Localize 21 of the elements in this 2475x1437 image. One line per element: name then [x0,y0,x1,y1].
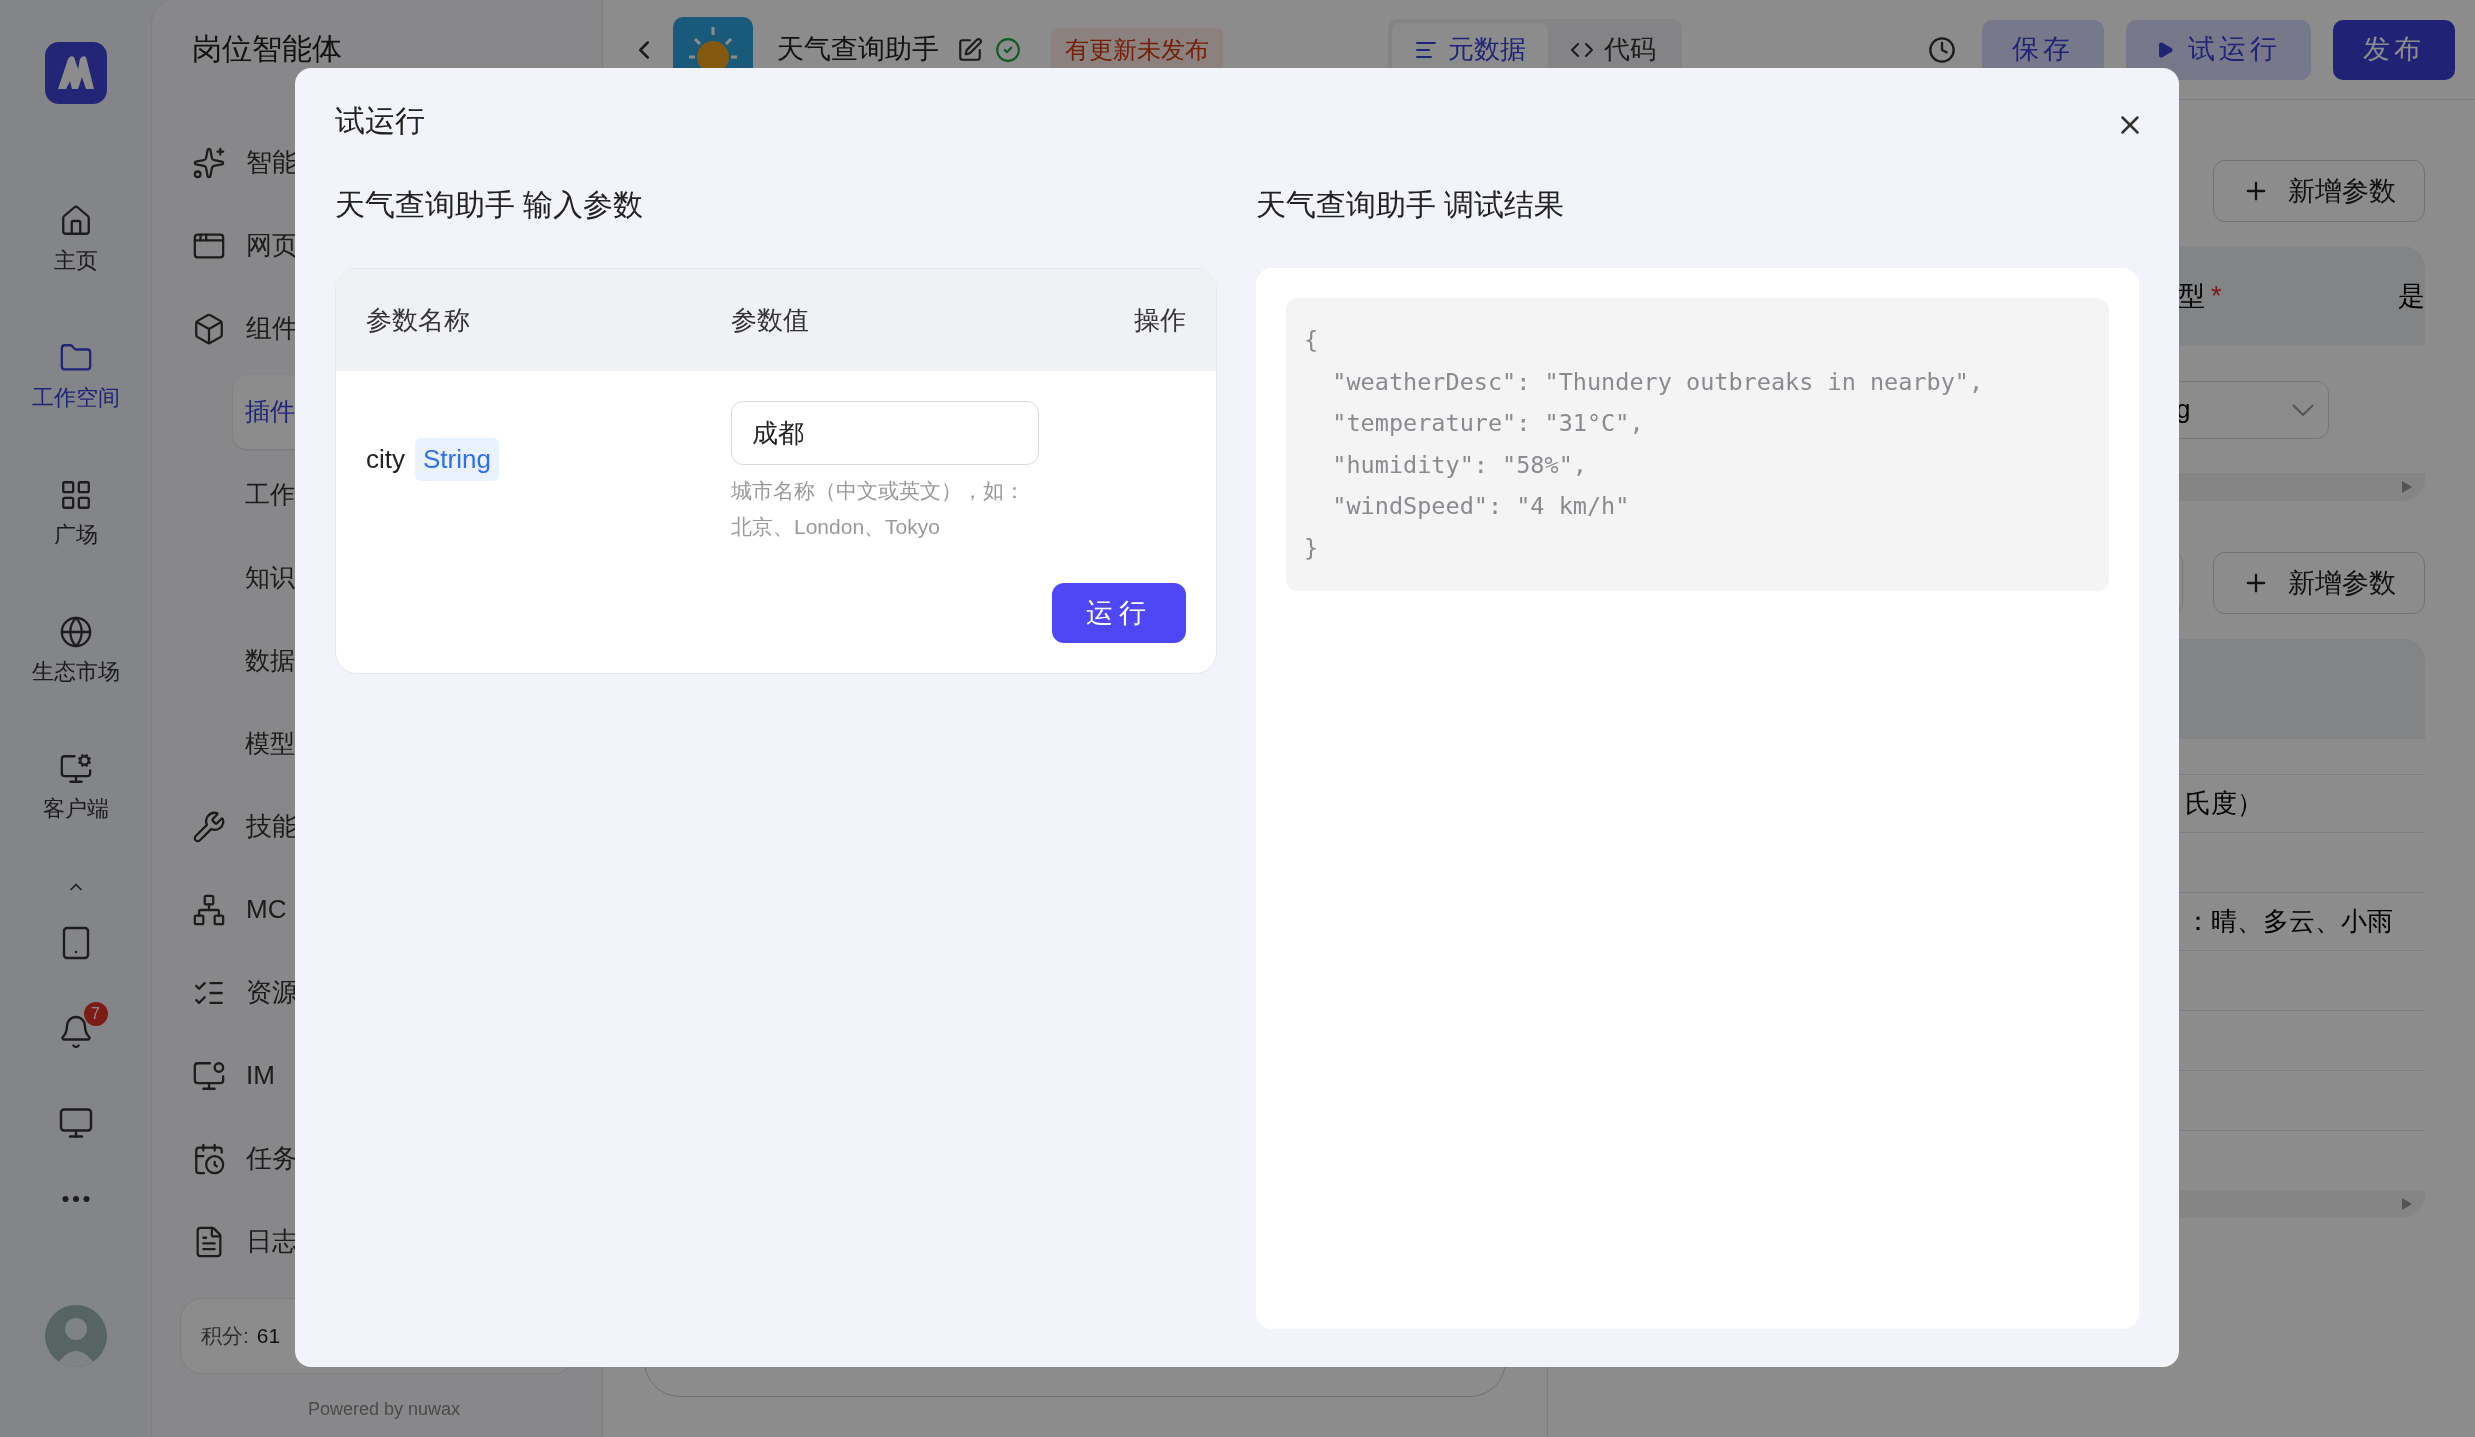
column-header: 操作 [1134,303,1186,337]
parameter-name: city [366,442,405,476]
column-header: 参数名称 [366,303,471,337]
points-label: 积分: [201,1323,249,1350]
section-heading: 天气查询助手 输入参数 [335,187,645,223]
column-header: 型 [2178,279,2205,313]
table-cell-text: ：晴、多云、小雨 [2185,905,2393,938]
column-header: 参数值 [731,303,810,337]
required-mark: * [2211,279,2222,313]
result-code-block: { "weatherDesc": "Thundery outbreaks in nearby", "temperature": "31°C", "humidity": "58%", "windSpeed": "4 km/h" } [1286,298,2109,591]
parameter-hint: 城市名称（中文或英文），如：北京、London、Tokyo [731,478,1026,540]
table-cell-text: 氏度） [2185,787,2263,820]
notification-badge: 7 [83,1002,108,1026]
app-title: 天气查询助手 [777,33,939,67]
points-value: 61 [256,1323,281,1350]
sidebar-title: 岗位智能体 [192,31,343,67]
column-header: 是 [2398,279,2425,313]
dialog-title: 试运行 [335,102,425,139]
section-heading: 天气查询助手 调试结果 [1256,187,1566,223]
powered-by-text: Powered by nuwax [306,1398,462,1421]
type-tag: String [415,437,499,481]
